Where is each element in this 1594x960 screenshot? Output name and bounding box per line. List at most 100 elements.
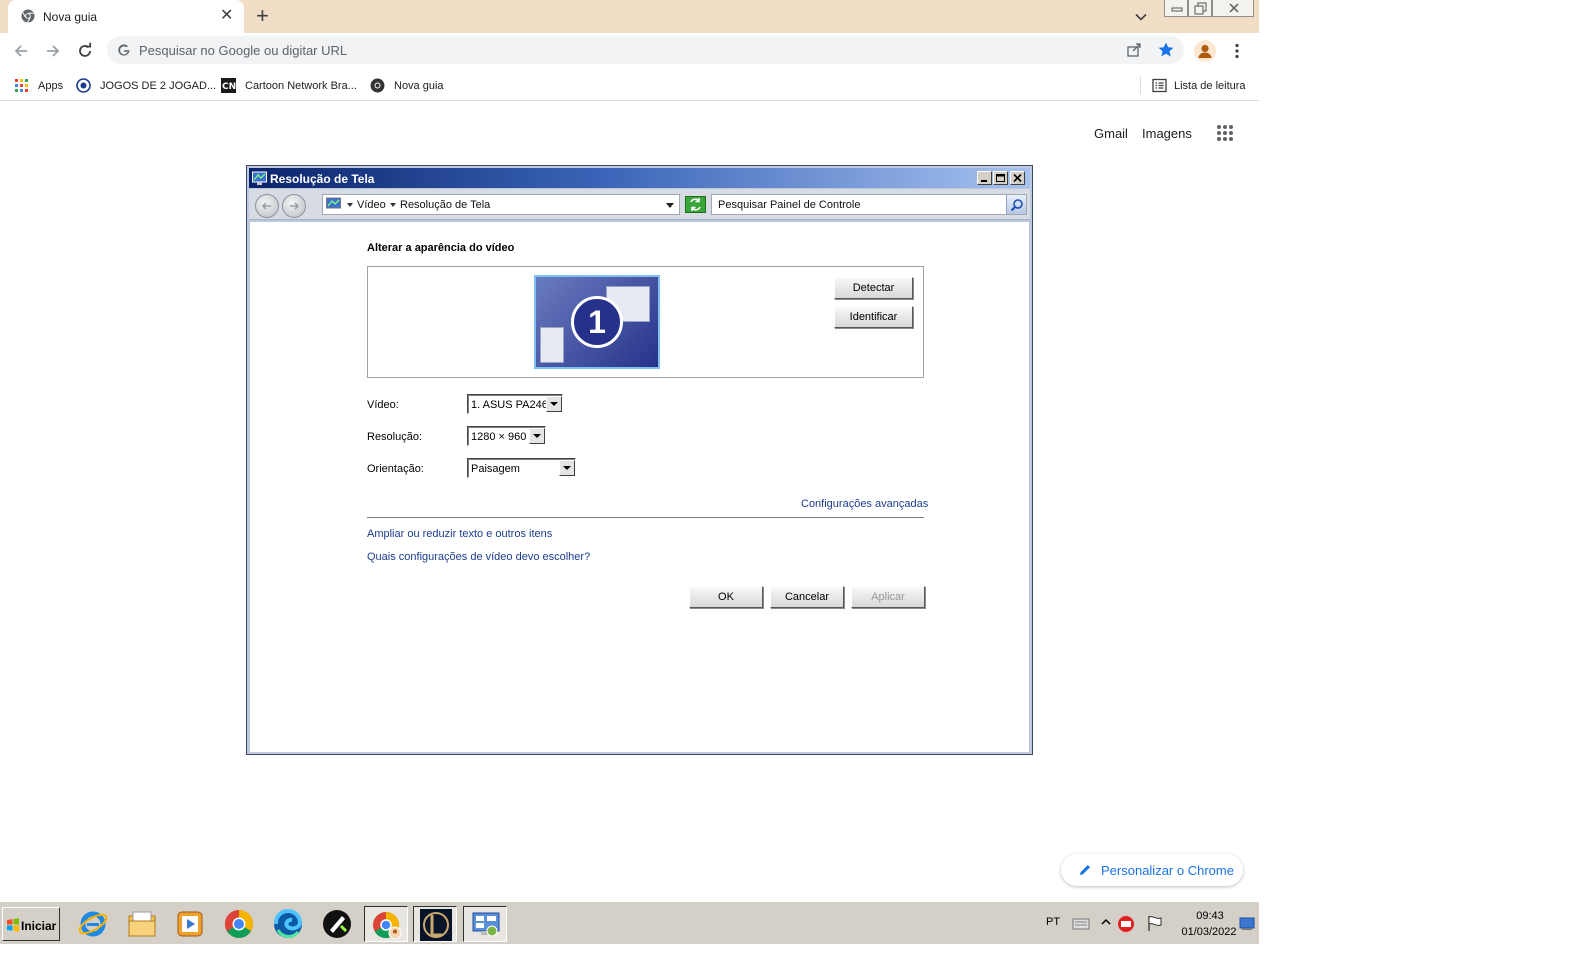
chevron-down-icon[interactable] bbox=[529, 428, 545, 444]
clock-time[interactable]: 09:43 bbox=[1180, 910, 1240, 922]
address-breadcrumb[interactable]: Vídeo Resolução de Tela bbox=[322, 194, 680, 215]
league-of-legends-icon bbox=[420, 909, 452, 941]
identify-button[interactable]: Identificar bbox=[834, 306, 913, 328]
video-select[interactable]: 1. ASUS PA246 bbox=[467, 394, 563, 414]
dialog-close-button[interactable] bbox=[1010, 171, 1025, 185]
file-explorer-icon bbox=[128, 911, 156, 937]
minimize-button[interactable] bbox=[1164, 0, 1188, 17]
tab-nova-guia[interactable]: Nova guia ✕ bbox=[8, 0, 244, 33]
dialog-forward-button[interactable] bbox=[282, 194, 306, 218]
bookmark-nova-guia[interactable]: Nova guia bbox=[370, 75, 450, 95]
monitor-number: 1 bbox=[571, 296, 623, 348]
forward-arrow-icon bbox=[290, 202, 300, 210]
control-panel-search-input[interactable]: Pesquisar Painel de Controle bbox=[711, 194, 1027, 215]
monitor-window-thumbnail bbox=[540, 327, 564, 363]
chevron-down-icon[interactable] bbox=[559, 460, 575, 476]
customize-chrome-button[interactable]: Personalizar o Chrome bbox=[1061, 854, 1243, 886]
bookmark-cartoon-network[interactable]: CN Cartoon Network Bra... bbox=[221, 75, 361, 95]
taskbar-file-explorer[interactable] bbox=[120, 906, 164, 942]
profile-avatar[interactable] bbox=[1194, 40, 1216, 62]
screen-resolution-dialog: Resolução de Tela Vídeo Resolução de Tel… bbox=[246, 165, 1033, 755]
google-apps-icon[interactable] bbox=[1216, 124, 1234, 142]
refresh-icon[interactable] bbox=[685, 196, 706, 213]
blank-area bbox=[1259, 0, 1594, 960]
close-window-button[interactable] bbox=[1212, 0, 1254, 17]
taskbar-chrome-profile[interactable] bbox=[364, 906, 408, 942]
breadcrumb-video[interactable]: Vídeo bbox=[357, 199, 386, 211]
breadcrumb-chevron-icon[interactable] bbox=[347, 203, 353, 207]
bookmark-label: Apps bbox=[38, 80, 64, 92]
ok-button[interactable]: OK bbox=[689, 586, 763, 608]
bookmarks-bar: Apps JOGOS DE 2 JOGAD... CN Cartoon Netw… bbox=[0, 69, 1259, 101]
gmail-link[interactable]: Gmail bbox=[1094, 126, 1128, 141]
chevron-down-icon[interactable] bbox=[1133, 9, 1149, 25]
text-size-link[interactable]: Ampliar ou reduzir texto e outros itens bbox=[367, 528, 552, 540]
svg-text:CN: CN bbox=[222, 82, 236, 92]
show-desktop-icon[interactable] bbox=[1239, 917, 1255, 931]
dialog-title: Resolução de Tela bbox=[270, 172, 375, 186]
breadcrumb-dropdown-icon[interactable] bbox=[666, 203, 674, 208]
reading-list-button[interactable]: Lista de leitura bbox=[1152, 75, 1252, 95]
taskbar-league-of-legends[interactable] bbox=[413, 906, 457, 942]
monitor-1-preview[interactable]: 1 bbox=[534, 275, 660, 369]
pencil-icon bbox=[1080, 865, 1090, 875]
new-tab-plus-icon[interactable]: + bbox=[256, 5, 269, 27]
dialog-minimize-button[interactable] bbox=[977, 171, 992, 185]
share-icon[interactable] bbox=[1126, 42, 1142, 58]
chrome-icon bbox=[370, 78, 385, 93]
tray-expand-icon[interactable] bbox=[1101, 917, 1111, 927]
reading-list-label: Lista de leitura bbox=[1174, 80, 1246, 92]
antivirus-icon[interactable] bbox=[1117, 915, 1135, 933]
taskbar-game-app[interactable] bbox=[315, 906, 359, 942]
internet-explorer-icon bbox=[78, 911, 108, 937]
breadcrumb-screen-resolution[interactable]: Resolução de Tela bbox=[400, 199, 490, 211]
reload-icon[interactable] bbox=[76, 42, 94, 60]
language-indicator[interactable]: PT bbox=[1046, 916, 1060, 928]
taskbar-internet-explorer[interactable] bbox=[71, 906, 115, 942]
monitor-preview-area: 1 Detectar Identificar bbox=[367, 266, 924, 378]
orientation-select[interactable]: Paisagem bbox=[467, 458, 576, 478]
images-link[interactable]: Imagens bbox=[1142, 126, 1192, 141]
forward-arrow-icon[interactable] bbox=[44, 42, 62, 60]
resolution-select[interactable]: 1280 × 960 bbox=[467, 426, 546, 446]
maximize-icon bbox=[996, 174, 1005, 182]
apply-button[interactable]: Aplicar bbox=[851, 586, 925, 608]
game-app-icon bbox=[323, 910, 351, 938]
start-button[interactable]: Iniciar bbox=[2, 907, 60, 941]
restore-button[interactable] bbox=[1188, 0, 1212, 17]
customize-chrome-label: Personalizar o Chrome bbox=[1101, 863, 1234, 878]
bookmark-star-icon[interactable] bbox=[1157, 41, 1175, 59]
resolution-label: Resolução: bbox=[367, 431, 423, 443]
tab-strip: Nova guia ✕ + bbox=[0, 0, 1259, 33]
dialog-back-button[interactable] bbox=[255, 194, 279, 218]
taskbar-media-player[interactable] bbox=[168, 906, 212, 942]
bookmark-apps[interactable]: Apps bbox=[14, 75, 64, 95]
bookmark-jogos[interactable]: JOGOS DE 2 JOGAD... bbox=[76, 75, 216, 95]
cancel-button[interactable]: Cancelar bbox=[770, 586, 844, 608]
tab-title: Nova guia bbox=[43, 10, 98, 24]
bookmarks-separator bbox=[1140, 76, 1141, 94]
google-g-icon bbox=[118, 44, 130, 56]
windows-flag-icon bbox=[7, 918, 19, 932]
detect-button[interactable]: Detectar bbox=[834, 277, 913, 299]
kebab-menu-icon[interactable] bbox=[1228, 42, 1246, 60]
action-center-flag-icon[interactable] bbox=[1146, 914, 1164, 932]
dialog-title-bar[interactable]: Resolução de Tela bbox=[249, 168, 1030, 188]
taskbar-control-panel[interactable] bbox=[463, 906, 507, 942]
tab-close-icon[interactable]: ✕ bbox=[220, 8, 233, 24]
keyboard-icon[interactable] bbox=[1072, 915, 1090, 931]
search-button[interactable] bbox=[1006, 195, 1026, 214]
orientation-label: Orientação: bbox=[367, 463, 424, 475]
display-help-link[interactable]: Quais configurações de vídeo devo escolh… bbox=[367, 551, 590, 563]
close-icon bbox=[1229, 3, 1239, 13]
taskbar-chrome[interactable] bbox=[217, 906, 261, 942]
chevron-down-icon[interactable] bbox=[546, 396, 562, 412]
bookmark-label: Nova guia bbox=[394, 80, 444, 92]
omnibox[interactable]: Pesquisar no Google ou digitar URL bbox=[107, 36, 1184, 64]
dialog-maximize-button[interactable] bbox=[993, 171, 1008, 185]
taskbar-edge[interactable] bbox=[266, 906, 310, 942]
clock-date[interactable]: 01/03/2022 bbox=[1174, 926, 1244, 938]
breadcrumb-chevron-icon[interactable] bbox=[390, 203, 396, 207]
advanced-settings-link[interactable]: Configurações avançadas bbox=[801, 498, 928, 510]
back-arrow-icon[interactable] bbox=[12, 42, 30, 60]
